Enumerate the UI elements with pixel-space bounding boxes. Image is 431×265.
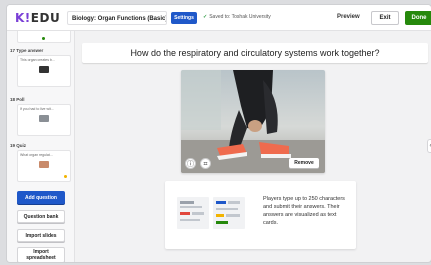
done-button[interactable]: Done [405,11,431,25]
settings-button[interactable]: Settings [171,12,197,24]
import-slides-button[interactable]: Import slides [17,229,65,242]
slide-thumbnail-partial[interactable] [17,31,71,43]
question-bank-button[interactable]: Question bank [17,210,65,223]
slide-question: If you had to live wit... [20,107,54,111]
slide-sidebar: 17 Type answer This organ creates b... 1… [7,31,75,262]
saved-text: Saved to: Toshak University [209,14,271,20]
crop-icon[interactable]: ⌗ [200,158,211,169]
info-icon[interactable]: ⓘ [185,158,196,169]
slide-question: What organ regulat... [20,153,53,157]
question-type-description: Players type up to 250 characters and su… [263,196,345,226]
image-thumbnail [39,115,49,122]
question-type-info-card: Players type up to 250 characters and su… [165,181,356,249]
preview-button[interactable]: Preview [337,14,360,20]
top-bar: K!EDU Biology: Organ Functions (Basic) S… [7,5,431,31]
slide-type: Type answer [16,48,44,53]
status-dot [64,175,67,178]
add-question-button[interactable]: Add question [17,191,65,204]
slide-item[interactable]: 18 Poll If you had to live wit... [9,97,73,136]
app-window: K!EDU Biology: Organ Functions (Basic) S… [6,4,431,263]
slide-type: Poll [16,97,25,102]
image-thumbnail [39,66,49,73]
status-dot [42,37,45,40]
slide-number: 19 [10,143,16,148]
slide-number: 17 [10,48,16,53]
question-media[interactable]: ⓘ ⌗ Remove [181,70,325,173]
question-input[interactable]: How do the respiratory and circulatory s… [82,43,428,63]
logo: K!EDU [15,11,61,25]
saved-status: ✓ Saved to: Toshak University [203,14,271,20]
slide-item[interactable]: 19 Quiz What organ regulat... [9,143,73,182]
slide-question: This organ creates b... [20,58,55,62]
kahoot-title-field[interactable]: Biology: Organ Functions (Basic) [67,11,167,25]
slide-thumbnail[interactable]: If you had to live wit... [17,104,71,136]
remove-media-button[interactable]: Remove [289,158,319,168]
slide-number: 18 [10,97,16,102]
slide-type: Quiz [16,143,27,148]
image-thumbnail [39,161,49,168]
collapse-panel-handle[interactable]: ‹ [427,139,431,153]
slide-item[interactable]: 17 Type answer This organ creates b... [9,48,73,87]
slide-thumbnail[interactable]: This organ creates b... [17,55,71,87]
check-icon: ✓ [203,14,208,20]
exit-button[interactable]: Exit [371,11,399,25]
slide-thumbnail[interactable]: What organ regulat... [17,150,71,182]
editor-canvas: How do the respiratory and circulatory s… [76,31,431,262]
import-spreadsheet-button[interactable]: Import spreadsheet [17,247,65,262]
text-cards-illustration [177,197,245,229]
